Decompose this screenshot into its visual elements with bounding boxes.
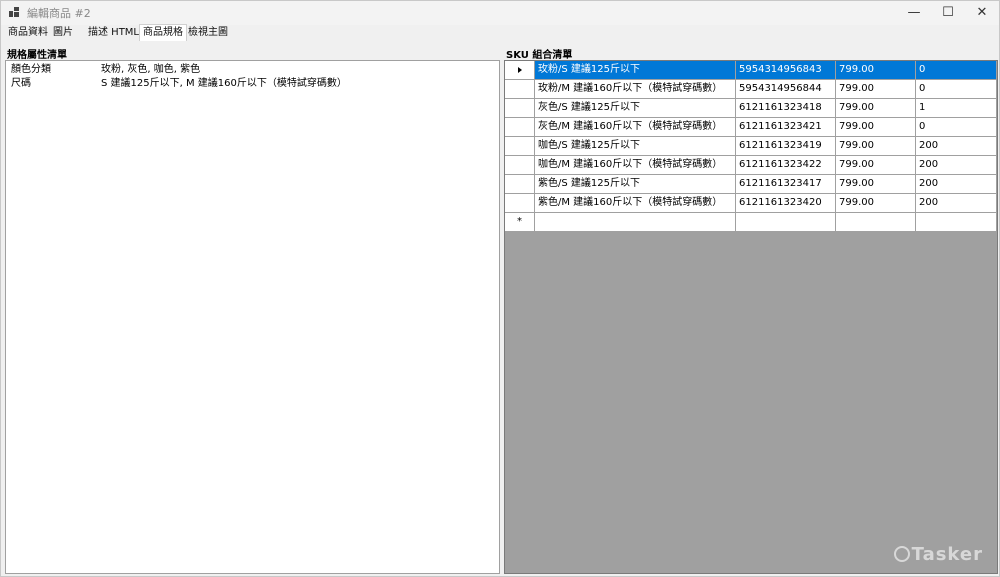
sku-name-cell[interactable]: 灰色/M 建議160斤以下（模特試穿碼數）	[535, 118, 736, 137]
sku-stock-cell[interactable]: 200	[916, 175, 997, 194]
spec-list-label: 規格屬性清單	[7, 50, 67, 61]
sku-stock-cell[interactable]: 200	[916, 137, 997, 156]
sku-barcode-cell[interactable]: 5954314956843	[736, 61, 836, 80]
sku-row[interactable]: 玫粉/S 建議125斤以下 5954314956843 799.00 0	[505, 61, 997, 80]
sku-price-cell[interactable]: 799.00	[836, 137, 916, 156]
sku-new-row[interactable]: *	[505, 213, 997, 232]
row-header[interactable]	[505, 99, 535, 118]
sku-price-cell[interactable]	[836, 213, 916, 232]
sku-stock-cell[interactable]	[916, 213, 997, 232]
row-header[interactable]	[505, 194, 535, 213]
sku-barcode-cell[interactable]: 6121161323417	[736, 175, 836, 194]
sku-name-cell[interactable]: 紫色/M 建議160斤以下（模特試穿碼數）	[535, 194, 736, 213]
sku-name-cell[interactable]: 紫色/S 建議125斤以下	[535, 175, 736, 194]
attribute-row[interactable]: 顏色分類 玫粉, 灰色, 咖色, 紫色	[6, 63, 499, 77]
watermark-text: Tasker	[911, 544, 983, 565]
sku-price-cell[interactable]: 799.00	[836, 61, 916, 80]
row-header[interactable]	[505, 118, 535, 137]
sku-stock-cell[interactable]: 0	[916, 118, 997, 137]
edit-product-window: 編輯商品 #2 — ☐ ✕ 商品資料 圖片 描述 HTML 商品規格 檢視主圖 …	[0, 0, 1000, 577]
sku-name-cell[interactable]: 玫粉/S 建議125斤以下	[535, 61, 736, 80]
current-row-arrow-icon	[517, 67, 522, 73]
tab-product-info[interactable]: 商品資料	[5, 25, 51, 41]
sku-stock-cell[interactable]: 0	[916, 80, 997, 99]
row-header[interactable]	[505, 156, 535, 175]
sku-name-cell[interactable]: 咖色/M 建議160斤以下（模特試穿碼數）	[535, 156, 736, 175]
sku-barcode-cell[interactable]: 6121161323420	[736, 194, 836, 213]
sku-price-cell[interactable]: 799.00	[836, 175, 916, 194]
row-header[interactable]	[505, 175, 535, 194]
sku-row[interactable]: 紫色/M 建議160斤以下（模特試穿碼數） 6121161323420 799.…	[505, 194, 997, 213]
window-title: 編輯商品 #2	[27, 7, 91, 20]
sku-barcode-cell[interactable]: 6121161323418	[736, 99, 836, 118]
sku-row[interactable]: 咖色/S 建議125斤以下 6121161323419 799.00 200	[505, 137, 997, 156]
sku-barcode-cell[interactable]: 6121161323422	[736, 156, 836, 175]
attribute-name: 尺碼	[11, 78, 31, 89]
sku-row[interactable]: 玫粉/M 建議160斤以下（模特試穿碼數） 5954314956844 799.…	[505, 80, 997, 99]
row-header[interactable]	[505, 137, 535, 156]
sku-stock-cell[interactable]: 0	[916, 61, 997, 80]
sku-stock-cell[interactable]: 200	[916, 156, 997, 175]
tab-view-main-image[interactable]: 檢視主圖	[185, 25, 231, 41]
sku-price-cell[interactable]: 799.00	[836, 80, 916, 99]
sku-row[interactable]: 灰色/S 建議125斤以下 6121161323418 799.00 1	[505, 99, 997, 118]
new-row-marker[interactable]: *	[505, 213, 535, 232]
sku-name-cell[interactable]: 灰色/S 建議125斤以下	[535, 99, 736, 118]
tab-images[interactable]: 圖片	[50, 25, 76, 41]
close-button[interactable]: ✕	[965, 1, 999, 25]
sku-barcode-cell[interactable]: 5954314956844	[736, 80, 836, 99]
app-icon	[9, 7, 19, 17]
sku-price-cell[interactable]: 799.00	[836, 194, 916, 213]
spec-attribute-list[interactable]: 顏色分類 玫粉, 灰色, 咖色, 紫色 尺碼 S 建議125斤以下, M 建議1…	[5, 60, 500, 574]
sku-price-cell[interactable]: 799.00	[836, 99, 916, 118]
sku-barcode-cell[interactable]: 6121161323421	[736, 118, 836, 137]
attribute-row[interactable]: 尺碼 S 建議125斤以下, M 建議160斤以下（模特試穿碼數）	[6, 77, 499, 91]
sku-row[interactable]: 咖色/M 建議160斤以下（模特試穿碼數） 6121161323422 799.…	[505, 156, 997, 175]
sku-list-label: SKU 組合清單	[506, 50, 573, 61]
row-header[interactable]	[505, 61, 535, 80]
tasker-logo-icon	[893, 546, 910, 562]
sku-price-cell[interactable]: 799.00	[836, 156, 916, 175]
attribute-value: S 建議125斤以下, M 建議160斤以下（模特試穿碼數）	[101, 78, 347, 89]
maximize-button[interactable]: ☐	[931, 1, 965, 25]
row-header[interactable]	[505, 80, 535, 99]
sku-barcode-cell[interactable]	[736, 213, 836, 232]
attribute-name: 顏色分類	[11, 64, 51, 75]
title-bar[interactable]: 編輯商品 #2 — ☐ ✕	[1, 1, 999, 25]
sku-row[interactable]: 灰色/M 建議160斤以下（模特試穿碼數） 6121161323421 799.…	[505, 118, 997, 137]
tasker-watermark: Tasker	[893, 544, 983, 565]
minimize-button[interactable]: —	[897, 1, 931, 25]
sku-name-cell[interactable]	[535, 213, 736, 232]
sku-name-cell[interactable]: 玫粉/M 建議160斤以下（模特試穿碼數）	[535, 80, 736, 99]
sku-grid[interactable]: 玫粉/S 建議125斤以下 5954314956843 799.00 0 玫粉/…	[504, 60, 998, 574]
tab-description-html[interactable]: 描述 HTML	[85, 25, 142, 41]
sku-row[interactable]: 紫色/S 建議125斤以下 6121161323417 799.00 200	[505, 175, 997, 194]
sku-name-cell[interactable]: 咖色/S 建議125斤以下	[535, 137, 736, 156]
sku-stock-cell[interactable]: 200	[916, 194, 997, 213]
sku-stock-cell[interactable]: 1	[916, 99, 997, 118]
attribute-value: 玫粉, 灰色, 咖色, 紫色	[101, 64, 201, 75]
sku-price-cell[interactable]: 799.00	[836, 118, 916, 137]
sku-barcode-cell[interactable]: 6121161323419	[736, 137, 836, 156]
tab-product-specs[interactable]: 商品規格	[139, 24, 187, 41]
